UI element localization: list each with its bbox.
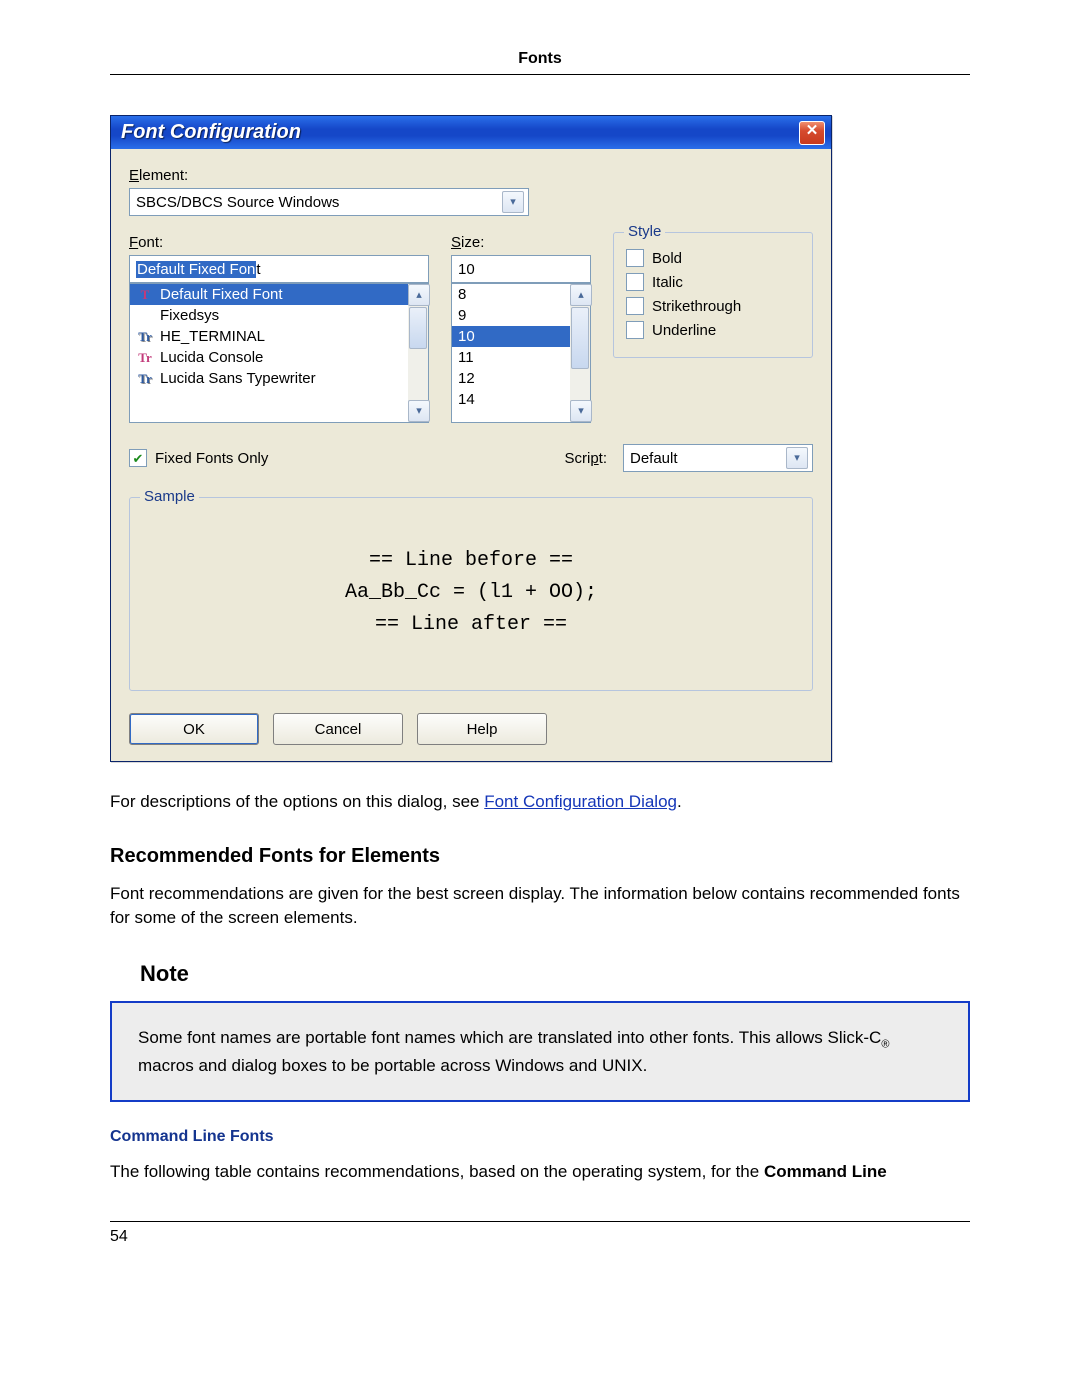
note-heading: Note [140,961,970,987]
titlebar[interactable]: Font Configuration ✕ [111,116,831,149]
size-item[interactable]: 10 [452,326,570,347]
note-box: Some font names are portable font names … [110,1001,970,1102]
font-configuration-dialog: Font Configuration ✕ Element: SBCS/DBCS … [110,115,832,762]
cancel-button[interactable]: Cancel [273,713,403,745]
sample-preview: == Line before == Aa_Bb_Cc = (l1 + OO); … [142,508,800,678]
strikethrough-checkbox[interactable]: Strikethrough [626,297,800,315]
size-item[interactable]: 8 [452,284,570,305]
size-input[interactable]: 10 [451,255,591,283]
bold-checkbox[interactable]: Bold [626,249,800,267]
checkbox-icon: ✔ [129,449,147,467]
size-item-label: 9 [458,307,466,324]
size-item-label: 8 [458,286,466,303]
font-input-value: Default Fixed Font [136,261,261,278]
checkbox-label: Italic [652,274,683,291]
chevron-down-icon: ▾ [510,197,516,208]
scroll-down-button[interactable]: ▾ [570,400,592,422]
truetype-icon: Tr [136,350,154,366]
body-paragraph: For descriptions of the options on this … [110,790,970,815]
fixed-fonts-only-checkbox[interactable]: ✔ Fixed Fonts Only [129,449,429,467]
titlebar-text: Font Configuration [121,121,799,144]
checkbox-icon [626,297,644,315]
scroll-up-button[interactable]: ▴ [570,284,592,306]
font-item-label: Fixedsys [160,307,219,324]
font-input[interactable]: Default Fixed Font [129,255,429,283]
font-item-label: Lucida Sans Typewriter [160,370,316,387]
scroll-down-button[interactable]: ▾ [408,400,430,422]
scroll-up-button[interactable]: ▴ [408,284,430,306]
size-item-label: 11 [458,349,474,366]
font-listbox[interactable]: T Default Fixed Font Fixedsys Tr HE_TERMIN… [129,283,429,423]
recommended-fonts-heading: Recommended Fonts for Elements [110,845,970,868]
font-item-default-fixed-font[interactable]: T Default Fixed Font [130,284,408,305]
body-paragraph: The following table contains recommendat… [110,1160,970,1185]
size-item[interactable]: 12 [452,368,570,389]
chevron-down-icon: ▾ [578,406,584,417]
button-label: OK [183,721,205,738]
font-label: Font: [129,234,429,251]
font-item-label: HE_TERMINAL [160,328,265,345]
sample-legend: Sample [140,488,199,505]
font-item-he-terminal[interactable]: Tr HE_TERMINAL [130,326,408,347]
page-footer: 54 [110,1221,970,1246]
checkbox-label: Strikethrough [652,298,741,315]
scroll-thumb[interactable] [571,307,589,369]
style-legend: Style [624,223,665,240]
ok-button[interactable]: OK [129,713,259,745]
element-label: Element: [129,167,813,184]
close-icon: ✕ [806,122,819,139]
element-dropdown-button[interactable]: ▾ [502,191,524,213]
font-item-label: Default Fixed Font [160,286,283,303]
checkbox-icon [626,249,644,267]
sample-group: Sample == Line before == Aa_Bb_Cc = (l1 … [129,497,813,691]
italic-checkbox[interactable]: Italic [626,273,800,291]
chevron-down-icon: ▾ [794,453,800,464]
font-item-fixedsys[interactable]: Fixedsys [130,305,408,326]
checkbox-label: Bold [652,250,682,267]
size-label: Size: [451,234,591,251]
size-scrollbar[interactable]: ▴ ▾ [570,284,590,422]
size-item-label: 12 [458,370,475,387]
script-combo[interactable]: Default ▾ [623,444,813,472]
font-item-lucida-console[interactable]: Tr Lucida Console [130,347,408,368]
size-item[interactable]: 11 [452,347,570,368]
checkbox-icon [626,321,644,339]
size-item[interactable]: 14 [452,389,570,410]
element-combo[interactable]: SBCS/DBCS Source Windows ▾ [129,188,529,216]
font-scrollbar[interactable]: ▴ ▾ [408,284,428,422]
help-button[interactable]: Help [417,713,547,745]
chevron-up-icon: ▴ [416,290,422,301]
checkbox-icon [626,273,644,291]
page-number: 54 [110,1228,128,1245]
size-item[interactable]: 9 [452,305,570,326]
script-value: Default [630,450,786,467]
font-item-label: Lucida Console [160,349,263,366]
page-header: Fonts [110,50,970,75]
size-listbox[interactable]: 8 9 10 11 12 14 ▴ ▾ [451,283,591,423]
command-line-fonts-heading: Command Line Fonts [110,1128,970,1146]
underline-checkbox[interactable]: Underline [626,321,800,339]
chevron-down-icon: ▾ [416,406,422,417]
size-item-label: 14 [458,391,475,408]
checkbox-label: Fixed Fonts Only [155,450,268,467]
truetype-icon: Tr [136,371,154,387]
button-label: Cancel [315,721,362,738]
element-value: SBCS/DBCS Source Windows [136,194,502,211]
font-item-lucida-sans-typewriter[interactable]: Tr Lucida Sans Typewriter [130,368,408,389]
scroll-thumb[interactable] [409,307,427,349]
button-label: Help [467,721,498,738]
size-input-value: 10 [458,261,475,278]
truetype-icon: Tr [136,329,154,345]
chevron-up-icon: ▴ [578,290,584,301]
script-dropdown-button[interactable]: ▾ [786,447,808,469]
size-item-label: 10 [458,328,475,345]
checkbox-label: Underline [652,322,716,339]
script-label: Script: [564,450,607,467]
font-config-dialog-link[interactable]: Font Configuration Dialog [484,792,677,811]
body-paragraph: Font recommendations are given for the b… [110,882,970,931]
close-button[interactable]: ✕ [799,121,825,145]
truetype-icon: T [136,287,154,303]
